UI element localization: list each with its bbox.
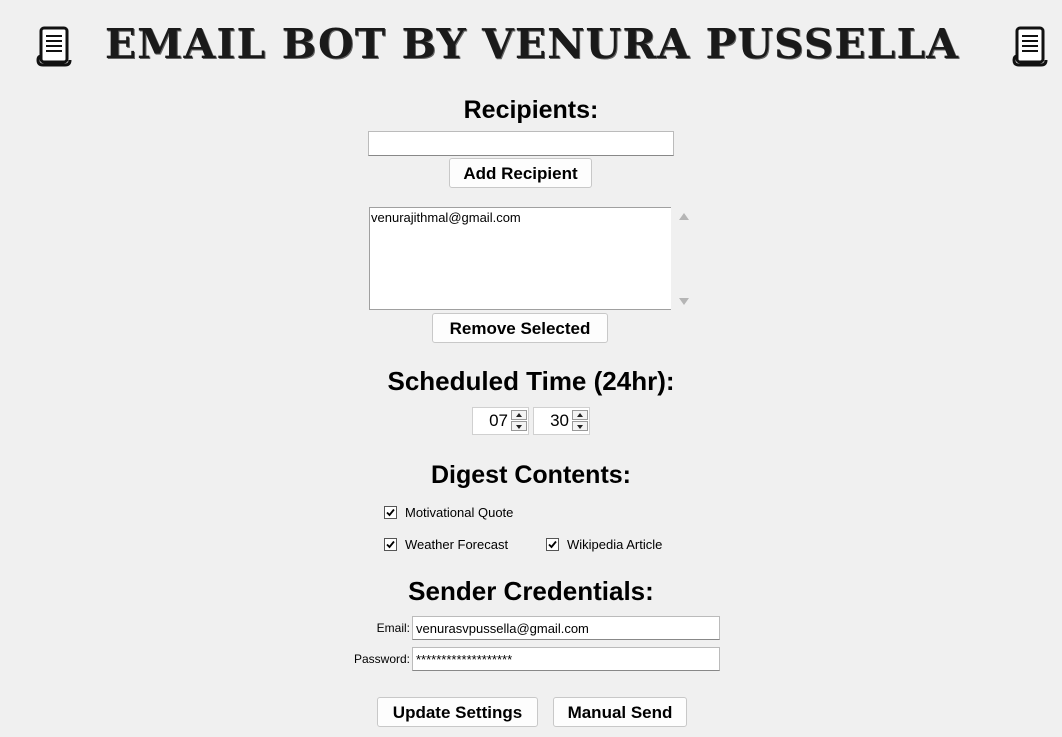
hour-spinbox[interactable]: 07	[472, 407, 529, 435]
increment-arrow-icon[interactable]	[511, 410, 527, 420]
credentials-heading: Sender Credentials:	[408, 576, 654, 606]
scroll-up-icon[interactable]	[679, 213, 689, 220]
recipient-list[interactable]: venurajithmal@gmail.com	[369, 207, 671, 310]
checkmark-icon[interactable]	[546, 538, 559, 551]
list-item[interactable]: venurajithmal@gmail.com	[370, 208, 671, 228]
minute-value[interactable]: 30	[534, 408, 571, 434]
email-bot-window: Email Bot by Venura Pussella Recipients:…	[0, 0, 1062, 737]
app-title: Email Bot by Venura Pussella	[104, 20, 960, 68]
checkbox-label: Weather Forecast	[405, 537, 509, 552]
minute-spinbox[interactable]: 30	[533, 407, 590, 435]
title-bar: Email Bot by Venura Pussella	[0, 14, 1062, 74]
decrement-arrow-icon[interactable]	[572, 421, 588, 431]
manual-send-button[interactable]: Manual Send	[553, 697, 687, 727]
password-label: Password:	[353, 652, 410, 666]
email-label: Email:	[376, 621, 410, 635]
hour-spin-buttons[interactable]	[511, 410, 527, 432]
increment-arrow-icon[interactable]	[572, 410, 588, 420]
add-recipient-button[interactable]: Add Recipient	[449, 158, 592, 188]
scroll-down-icon[interactable]	[679, 298, 689, 305]
checkmark-icon[interactable]	[384, 506, 397, 519]
schedule-heading: Scheduled Time (24hr):	[387, 366, 675, 396]
update-settings-button[interactable]: Update Settings	[377, 697, 538, 727]
minute-spin-buttons[interactable]	[572, 410, 588, 432]
recipients-heading: Recipients:	[463, 96, 599, 124]
recipient-list-scrollbar[interactable]	[674, 207, 694, 310]
scroll-document-icon	[1010, 24, 1050, 68]
decrement-arrow-icon[interactable]	[511, 421, 527, 431]
password-field[interactable]	[412, 647, 720, 671]
scroll-document-icon	[34, 24, 74, 68]
checkbox-label: Motivational Quote	[405, 505, 514, 520]
hour-value[interactable]: 07	[473, 408, 510, 434]
email-field[interactable]	[412, 616, 720, 640]
checkmark-icon[interactable]	[384, 538, 397, 551]
remove-selected-button[interactable]: Remove Selected	[432, 313, 608, 343]
digest-heading: Digest Contents:	[431, 461, 631, 489]
checkbox-label: Wikipedia Article	[567, 537, 663, 552]
recipient-input[interactable]	[368, 131, 674, 156]
